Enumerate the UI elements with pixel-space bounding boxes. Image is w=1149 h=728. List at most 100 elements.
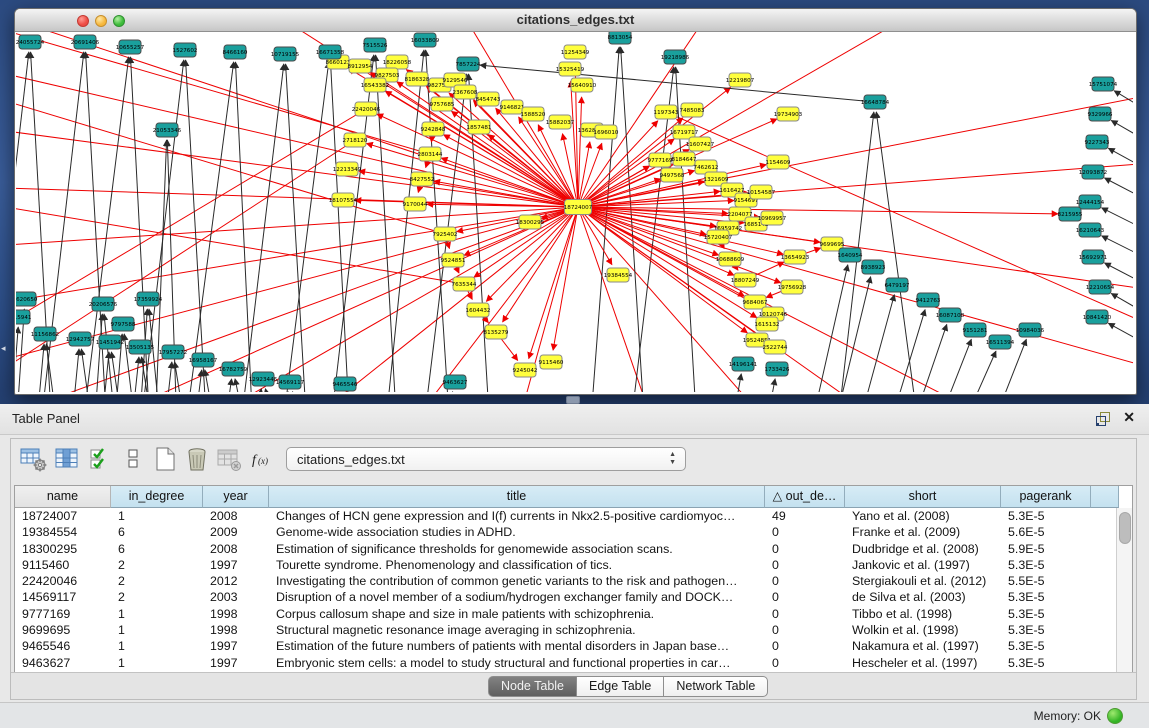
graph-node[interactable]: 9170044 xyxy=(403,197,428,211)
graph-edge[interactable] xyxy=(16,67,578,207)
graph-node[interactable]: 10655257 xyxy=(116,40,145,54)
graph-edge[interactable] xyxy=(833,277,871,392)
graph-edge[interactable] xyxy=(960,351,996,392)
cell-short[interactable]: Hescheler et al. (1997) xyxy=(845,655,1001,671)
graph-node[interactable]: 14569117 xyxy=(276,375,305,389)
graph-node[interactable]: 20691406 xyxy=(71,35,100,49)
cell-out_de[interactable]: 0 xyxy=(765,573,845,589)
cell-title[interactable]: Disruption of a novel member of a sodium… xyxy=(269,589,765,605)
graph-node[interactable]: 11254349 xyxy=(561,45,590,59)
cell-year[interactable]: 1997 xyxy=(203,655,269,671)
cell-out_de[interactable]: 0 xyxy=(765,589,845,605)
network-canvas[interactable]: 1872400786601238912954182260589827503818… xyxy=(16,32,1133,392)
cell-pagerank[interactable]: 5.3E-5 xyxy=(1001,508,1091,524)
graph-edge[interactable] xyxy=(111,352,123,392)
cell-year[interactable]: 1997 xyxy=(203,557,269,573)
graph-node[interactable]: 10841420 xyxy=(1083,310,1112,324)
table-settings-icon[interactable] xyxy=(19,445,47,473)
graph-node[interactable]: 2367608 xyxy=(453,85,478,99)
graph-node[interactable]: 12093872 xyxy=(1079,165,1107,179)
network-window[interactable]: citations_edges.txt 18724007866012389129… xyxy=(14,8,1137,395)
graph-node[interactable]: 16671358 xyxy=(316,45,345,59)
graph-edge[interactable] xyxy=(385,50,424,392)
table-tabs[interactable]: Node TableEdge TableNetwork Table xyxy=(489,676,768,697)
scrollbar-thumb[interactable] xyxy=(1119,512,1131,544)
graph-node[interactable]: 9757685 xyxy=(430,97,455,111)
tab-edge-table[interactable]: Edge Table xyxy=(576,676,664,697)
graph-node[interactable]: 24055724 xyxy=(16,35,45,49)
graph-node[interactable]: 12210654 xyxy=(1086,280,1115,294)
graph-node[interactable]: 7515526 xyxy=(363,38,388,52)
graph-node[interactable]: 9227343 xyxy=(1085,135,1110,149)
graph-node[interactable]: 1640954 xyxy=(838,248,863,262)
graph-node[interactable]: 11156862 xyxy=(31,327,59,341)
cell-year[interactable]: 2003 xyxy=(203,589,269,605)
cell-out_de[interactable]: 49 xyxy=(765,508,845,524)
graph-edge[interactable] xyxy=(1108,148,1133,180)
table-row[interactable]: 1872400712008Changes of HCN gene express… xyxy=(15,508,1091,524)
table-row[interactable]: 969969511998Structural magnetic resonanc… xyxy=(15,622,1091,638)
graph-edge[interactable] xyxy=(1114,91,1133,122)
cell-name[interactable]: 14569117 xyxy=(15,589,111,605)
graph-node[interactable]: 9497568 xyxy=(660,168,685,182)
graph-edge[interactable] xyxy=(1111,120,1133,152)
graph-node[interactable]: 12219807 xyxy=(726,73,755,87)
graph-edge[interactable] xyxy=(186,60,207,392)
graph-node[interactable]: 1527602 xyxy=(173,43,198,57)
cell-name[interactable]: 19384554 xyxy=(15,524,111,540)
cell-year[interactable]: 2008 xyxy=(203,541,269,557)
graph-edge[interactable] xyxy=(578,207,1016,392)
cell-title[interactable]: Genome-wide association studies in ADHD. xyxy=(269,524,765,540)
cell-in_degree[interactable]: 1 xyxy=(111,622,203,638)
cell-pagerank[interactable]: 5.3E-5 xyxy=(1001,589,1091,605)
cell-title[interactable]: Estimation of the future numbers of pati… xyxy=(269,638,765,654)
graph-node[interactable]: 11607427 xyxy=(686,137,715,151)
table-row[interactable]: 1830029562008Estimation of significance … xyxy=(15,541,1091,557)
graph-node[interactable]: 1696010 xyxy=(594,125,619,139)
graph-node[interactable]: 12942757 xyxy=(66,332,95,346)
cell-pagerank[interactable]: 5.6E-5 xyxy=(1001,524,1091,540)
table-row[interactable]: 911546021997Tourette syndrome. Phenomeno… xyxy=(15,557,1091,573)
select-rows-icon[interactable] xyxy=(87,445,115,473)
graph-edge[interactable] xyxy=(578,191,720,207)
cell-pagerank[interactable]: 5.9E-5 xyxy=(1001,541,1091,557)
cell-year[interactable]: 1998 xyxy=(203,606,269,622)
table-row[interactable]: 946554611997Estimation of the future num… xyxy=(15,638,1091,654)
cell-short[interactable]: Wolkin et al. (1998) xyxy=(845,622,1001,638)
new-file-icon[interactable] xyxy=(151,445,179,473)
cell-year[interactable]: 1998 xyxy=(203,622,269,638)
table-selector-dropdown[interactable]: citations_edges.txt ▲▼ xyxy=(286,447,686,471)
cell-name[interactable]: 9465546 xyxy=(15,638,111,654)
graph-node[interactable]: 16033809 xyxy=(411,33,440,47)
graph-node[interactable]: 10984036 xyxy=(1016,323,1045,337)
graph-node[interactable]: 10969957 xyxy=(758,211,787,225)
cell-name[interactable]: 9115460 xyxy=(15,557,111,573)
graph-edge[interactable] xyxy=(1102,208,1133,240)
graph-node[interactable]: 1604432 xyxy=(466,303,491,317)
graph-edge[interactable] xyxy=(16,109,366,342)
cell-short[interactable]: Stergiakouli et al. (2012) xyxy=(845,573,1001,589)
graph-node[interactable]: 13654923 xyxy=(781,250,810,264)
graph-node[interactable]: 9463627 xyxy=(443,375,468,389)
cell-short[interactable]: Nakamura et al. (1997) xyxy=(845,638,1001,654)
cell-out_de[interactable]: 0 xyxy=(765,557,845,573)
graph-node[interactable]: 9329966 xyxy=(1088,107,1113,121)
graph-node[interactable]: 9242848 xyxy=(421,122,446,136)
cell-in_degree[interactable]: 2 xyxy=(111,589,203,605)
graph-node[interactable]: 6479197 xyxy=(885,278,910,292)
graph-node[interactable]: 9524851 xyxy=(441,253,466,267)
cell-out_de[interactable]: 0 xyxy=(765,524,845,540)
graph-node[interactable]: 8135279 xyxy=(484,325,509,339)
cell-name[interactable]: 22420046 xyxy=(15,573,111,589)
graph-edge[interactable] xyxy=(1105,178,1133,210)
cell-title[interactable]: Tourette syndrome. Phenomenology and cla… xyxy=(269,557,765,573)
cell-out_de[interactable]: 0 xyxy=(765,638,845,654)
graph-node[interactable]: 21053346 xyxy=(153,123,182,137)
cell-title[interactable]: Estimation of significance thresholds fo… xyxy=(269,541,765,557)
graph-edge[interactable] xyxy=(16,92,445,234)
graph-node[interactable]: 8184647 xyxy=(672,152,697,166)
row-height-icon[interactable] xyxy=(119,445,147,473)
graph-node[interactable]: 9245042 xyxy=(513,363,538,377)
graph-node[interactable]: 13505135 xyxy=(126,340,155,354)
column-header-in_degree[interactable]: in_degree xyxy=(111,486,203,508)
